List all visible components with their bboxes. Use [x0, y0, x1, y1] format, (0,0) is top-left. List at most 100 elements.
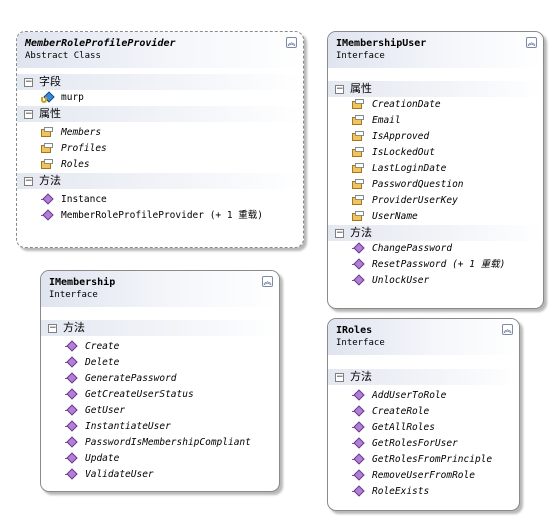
- section-toggle-icon[interactable]: −: [335, 85, 344, 94]
- member-row[interactable]: ChangePassword: [328, 241, 543, 257]
- member-row[interactable]: CreateRole: [328, 404, 519, 420]
- member-label: IsLockedOut: [372, 147, 435, 158]
- class-kind: Abstract Class: [25, 51, 101, 61]
- member-row[interactable]: GetRolesFromPrinciple: [328, 452, 519, 468]
- section-label: 方法: [350, 226, 372, 239]
- member-row[interactable]: GetAllRoles: [328, 420, 519, 436]
- member-label: Instance: [61, 194, 107, 205]
- member-row[interactable]: RoleExists: [328, 484, 519, 500]
- class-title: IMembershipUser: [336, 38, 427, 49]
- method-icon: [351, 453, 365, 466]
- member-row[interactable]: Profiles: [17, 141, 303, 157]
- section-fields[interactable]: − 字段: [17, 74, 303, 90]
- section-toggle-icon[interactable]: −: [24, 177, 33, 186]
- section-toggle-icon[interactable]: −: [48, 324, 57, 333]
- member-row[interactable]: murp: [17, 90, 303, 106]
- member-label: AddUserToRole: [372, 390, 447, 401]
- class-title: MemberRoleProfileProvider: [25, 38, 176, 49]
- member-row[interactable]: IsLockedOut: [328, 145, 543, 161]
- property-icon: [351, 211, 365, 223]
- section-toggle-icon[interactable]: −: [335, 373, 344, 382]
- section-properties[interactable]: − 属性: [328, 81, 543, 97]
- member-label: GetAllRoles: [372, 422, 435, 433]
- member-row[interactable]: UnlockUser: [328, 273, 543, 289]
- member-row[interactable]: Email: [328, 113, 543, 129]
- member-row[interactable]: ValidateUser: [41, 467, 279, 483]
- method-icon: [64, 404, 78, 417]
- member-label: Roles: [61, 159, 90, 170]
- section-label: 字段: [39, 75, 61, 88]
- class-box-imembership-user[interactable]: IMembershipUser Interface ︽ − 属性 Creatio…: [327, 31, 544, 309]
- member-row[interactable]: IsApproved: [328, 129, 543, 145]
- member-label: GeneratePassword: [85, 373, 177, 384]
- member-label: Create: [85, 341, 120, 352]
- property-icon: [351, 115, 365, 127]
- member-row[interactable]: Create: [41, 339, 279, 355]
- section-label: 方法: [350, 370, 372, 383]
- member-row[interactable]: ResetPassword (+ 1 重载): [328, 257, 543, 273]
- property-icon: [351, 131, 365, 143]
- member-label: ResetPassword (+ 1 重载): [372, 259, 506, 270]
- member-row[interactable]: CreationDate: [328, 97, 543, 113]
- member-row[interactable]: Update: [41, 451, 279, 467]
- section-properties[interactable]: − 属性: [17, 106, 303, 122]
- section-toggle-icon[interactable]: −: [24, 110, 33, 119]
- member-row[interactable]: InstantiateUser: [41, 419, 279, 435]
- member-label: CreateRole: [372, 406, 430, 417]
- collapse-icon[interactable]: ︽: [286, 37, 297, 48]
- property-icon: [351, 195, 365, 207]
- method-icon: [351, 485, 365, 498]
- member-row[interactable]: AddUserToRole: [328, 388, 519, 404]
- member-row[interactable]: GeneratePassword: [41, 371, 279, 387]
- section-methods[interactable]: − 方法: [328, 225, 543, 241]
- class-box-imembership[interactable]: IMembership Interface ︽ − 方法 Create Dele…: [40, 270, 280, 492]
- method-icon: [351, 469, 365, 482]
- member-label: ValidateUser: [85, 469, 154, 480]
- member-label: CreationDate: [372, 99, 441, 110]
- member-label: Email: [372, 115, 401, 126]
- property-icon: [351, 163, 365, 175]
- member-row[interactable]: RemoveUserFromRole: [328, 468, 519, 484]
- collapse-icon[interactable]: ︽: [526, 37, 537, 48]
- section-methods[interactable]: − 方法: [41, 320, 279, 336]
- section-label: 属性: [39, 107, 61, 120]
- property-icon: [351, 147, 365, 159]
- class-box-member-role-profile-provider[interactable]: MemberRoleProfileProvider Abstract Class…: [16, 31, 304, 248]
- method-icon: [351, 274, 365, 287]
- member-row[interactable]: PasswordQuestion: [328, 177, 543, 193]
- member-label: LastLoginDate: [372, 163, 447, 174]
- class-title: IMembership: [49, 277, 116, 288]
- property-icon: [351, 99, 365, 111]
- section-toggle-icon[interactable]: −: [335, 229, 344, 238]
- class-kind: Interface: [336, 51, 385, 61]
- member-row[interactable]: Instance: [17, 192, 303, 208]
- member-label: ChangePassword: [372, 243, 453, 254]
- collapse-icon[interactable]: ︽: [502, 324, 513, 335]
- member-label: murp: [61, 92, 84, 103]
- section-toggle-icon[interactable]: −: [24, 78, 33, 87]
- member-row[interactable]: MemberRoleProfileProvider (+ 1 重载): [17, 208, 303, 224]
- member-row[interactable]: Delete: [41, 355, 279, 371]
- member-row[interactable]: Members: [17, 125, 303, 141]
- member-row[interactable]: LastLoginDate: [328, 161, 543, 177]
- method-icon: [64, 388, 78, 401]
- member-row[interactable]: PasswordIsMembershipCompliant: [41, 435, 279, 451]
- method-icon: [40, 193, 54, 206]
- member-label: GetRolesForUser: [372, 438, 458, 449]
- member-label: UserName: [372, 211, 418, 222]
- member-row[interactable]: UserName: [328, 209, 543, 225]
- section-methods[interactable]: − 方法: [328, 369, 519, 385]
- collapse-icon[interactable]: ︽: [262, 276, 273, 287]
- class-box-iroles[interactable]: IRoles Interface ︽ − 方法 AddUserToRole Cr…: [327, 318, 520, 511]
- member-row[interactable]: GetCreateUserStatus: [41, 387, 279, 403]
- member-label: MemberRoleProfileProvider (+ 1 重载): [61, 210, 264, 221]
- field-icon: [40, 91, 55, 104]
- section-label: 方法: [39, 174, 61, 187]
- property-icon: [40, 143, 54, 155]
- member-row[interactable]: Roles: [17, 157, 303, 173]
- member-row[interactable]: GetRolesForUser: [328, 436, 519, 452]
- method-icon: [64, 436, 78, 449]
- member-row[interactable]: ProviderUserKey: [328, 193, 543, 209]
- section-methods[interactable]: − 方法: [17, 173, 303, 189]
- member-row[interactable]: GetUser: [41, 403, 279, 419]
